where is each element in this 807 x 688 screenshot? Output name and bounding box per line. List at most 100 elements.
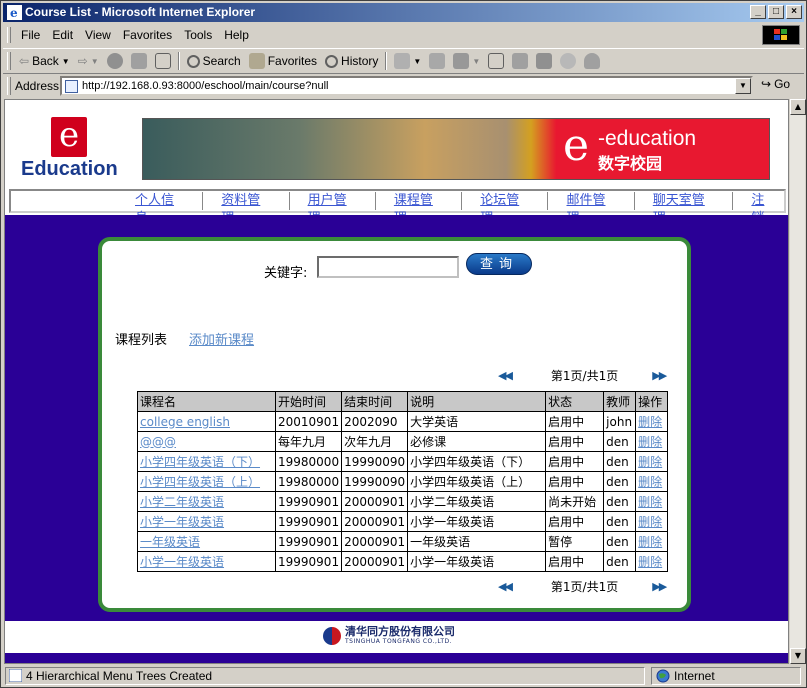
- menu-help[interactable]: Help: [218, 28, 255, 42]
- close-button[interactable]: ×: [786, 5, 802, 19]
- prev-page-icon[interactable]: ◀◀: [498, 580, 513, 593]
- nav-chatroom-management[interactable]: 聊天室管理: [635, 192, 734, 226]
- address-grip: [7, 77, 11, 95]
- course-name-cell: 小学四年级英语（下）: [137, 451, 276, 472]
- course-name-link[interactable]: 小学四年级英语（上）: [140, 475, 260, 489]
- teacher-cell: den: [606, 514, 629, 529]
- back-arrow-icon: ⇦: [19, 54, 30, 68]
- table-row: @@@ 每年九月 次年九月 必修课 启用中 den 删除: [137, 431, 669, 452]
- start-time-cell: 每年九月: [278, 435, 327, 449]
- course-table: 课程名 开始时间 结束时间 说明 状态 教师 操作 college englis…: [137, 391, 669, 572]
- messenger-icon: [560, 53, 577, 69]
- delete-link[interactable]: 删除: [638, 435, 662, 449]
- minimize-button[interactable]: _: [750, 5, 766, 19]
- company-name-cn: 清华同方股份有限公司: [345, 625, 455, 638]
- edit-button[interactable]: ▼: [449, 50, 484, 72]
- menu-view[interactable]: View: [79, 28, 117, 42]
- status-bar: 4 Hierarchical Menu Trees Created Intern…: [3, 666, 804, 686]
- search-icon: [186, 54, 200, 68]
- teacher-cell: den: [603, 511, 637, 532]
- course-name-link[interactable]: @@@: [140, 435, 176, 449]
- keyword-input[interactable]: [317, 256, 459, 278]
- toolbar: ⇦ Back ▼ ⇨ ▼ Search Favorites History ▼ …: [3, 48, 804, 74]
- course-name-link[interactable]: 一年级英语: [140, 535, 200, 549]
- svg-text:e: e: [10, 6, 18, 20]
- nav-personal-info[interactable]: 个人信息: [117, 192, 204, 226]
- add-course-link[interactable]: 添加新课程: [189, 329, 254, 348]
- course-name-link[interactable]: 小学二年级英语: [140, 495, 224, 509]
- teacher-cell: den: [606, 454, 629, 469]
- discuss-button[interactable]: [484, 50, 508, 72]
- address-dropdown-button[interactable]: ▼: [735, 78, 751, 94]
- keyword-label: 关键字:: [264, 266, 308, 281]
- go-button[interactable]: ↪ Go: [761, 77, 790, 91]
- stop-button[interactable]: [103, 50, 127, 72]
- status-cell: 启用中: [548, 415, 585, 429]
- delete-link[interactable]: 删除: [638, 555, 662, 569]
- delete-link[interactable]: 删除: [638, 455, 662, 469]
- start-time-cell: 19990901: [278, 534, 340, 549]
- back-button[interactable]: ⇦ Back ▼: [15, 50, 74, 72]
- pager-bottom: ◀◀ 第1页/共1页 ▶▶: [498, 578, 667, 595]
- address-input[interactable]: http://192.168.0.93:8000/eschool/main/co…: [60, 76, 753, 96]
- history-button[interactable]: History: [321, 50, 382, 72]
- refresh-button[interactable]: [127, 50, 151, 72]
- next-page-icon[interactable]: ▶▶: [652, 369, 667, 382]
- menu-favorites[interactable]: Favorites: [117, 28, 178, 42]
- next-page-icon[interactable]: ▶▶: [652, 580, 667, 593]
- print-icon: [429, 53, 446, 69]
- print-button[interactable]: [425, 50, 449, 72]
- forward-button[interactable]: ⇨ ▼: [74, 50, 103, 72]
- menu-tools[interactable]: Tools: [178, 28, 218, 42]
- query-button[interactable]: 查询: [466, 253, 532, 275]
- delete-link[interactable]: 删除: [638, 515, 662, 529]
- media-button[interactable]: [532, 50, 556, 72]
- window-title: Course List - Microsoft Internet Explore…: [25, 5, 256, 19]
- status-cell: 启用中: [545, 411, 605, 432]
- delete-link[interactable]: 删除: [638, 415, 662, 429]
- delete-cell: 删除: [635, 491, 669, 512]
- content-area: 关键字: 查询 课程列表 添加新课程 ◀◀ 第1页/共1页 ▶▶ 课程名 开始时…: [5, 215, 788, 621]
- description-cell: 小学二年级英语: [407, 491, 547, 512]
- mail-button[interactable]: ▼: [390, 50, 425, 72]
- search-button[interactable]: Search: [183, 50, 245, 72]
- course-name-link[interactable]: 小学一年级英语: [140, 555, 224, 569]
- description-cell: 小学四年级英语（上）: [410, 475, 531, 489]
- teacher-cell: den: [603, 551, 637, 572]
- end-time-cell: 19990090: [341, 451, 409, 472]
- nav-mail-management[interactable]: 邮件管理: [548, 192, 635, 226]
- teacher-cell: den: [606, 474, 629, 489]
- prev-page-icon[interactable]: ◀◀: [498, 369, 513, 382]
- nav-resource-management[interactable]: 资料管理: [203, 192, 290, 226]
- main-nav: 个人信息 资料管理 用户管理 课程管理 论坛管理 邮件管理 聊天室管理 注销: [9, 189, 786, 226]
- scroll-up-button[interactable]: ▲: [790, 99, 806, 115]
- delete-cell: 删除: [635, 451, 669, 472]
- status-cell: 尚未开始: [545, 491, 605, 512]
- delete-link[interactable]: 删除: [638, 535, 662, 549]
- start-time-cell: 19980000: [274, 451, 343, 472]
- course-name-link[interactable]: 小学四年级英语（下）: [140, 455, 260, 469]
- favorites-button[interactable]: Favorites: [245, 50, 321, 72]
- course-name-link[interactable]: college english: [140, 415, 230, 429]
- user-button[interactable]: [580, 50, 604, 72]
- vertical-scrollbar[interactable]: ▲ ▼: [789, 99, 806, 664]
- delete-link[interactable]: 删除: [638, 495, 662, 509]
- menu-edit[interactable]: Edit: [46, 28, 79, 42]
- delete-link[interactable]: 删除: [638, 475, 662, 489]
- table-header-row: 课程名 开始时间 结束时间 说明 状态 教师 操作: [137, 391, 669, 412]
- nav-user-management[interactable]: 用户管理: [290, 192, 376, 226]
- home-button[interactable]: [151, 50, 175, 72]
- menu-file[interactable]: File: [15, 28, 46, 42]
- course-name-link[interactable]: 小学一年级英语: [140, 515, 224, 529]
- messenger-button[interactable]: [556, 50, 580, 72]
- start-time-cell: 每年九月: [274, 431, 343, 452]
- research-button[interactable]: [508, 50, 532, 72]
- end-time-cell: 20000901: [341, 551, 409, 572]
- teacher-cell: den: [603, 491, 637, 512]
- end-time-cell: 20000901: [344, 494, 406, 509]
- scroll-down-button[interactable]: ▼: [790, 648, 806, 664]
- nav-forum-management[interactable]: 论坛管理: [462, 192, 549, 226]
- nav-course-management[interactable]: 课程管理: [376, 192, 463, 226]
- nav-logout[interactable]: 注销: [733, 192, 784, 226]
- maximize-button[interactable]: □: [768, 5, 784, 19]
